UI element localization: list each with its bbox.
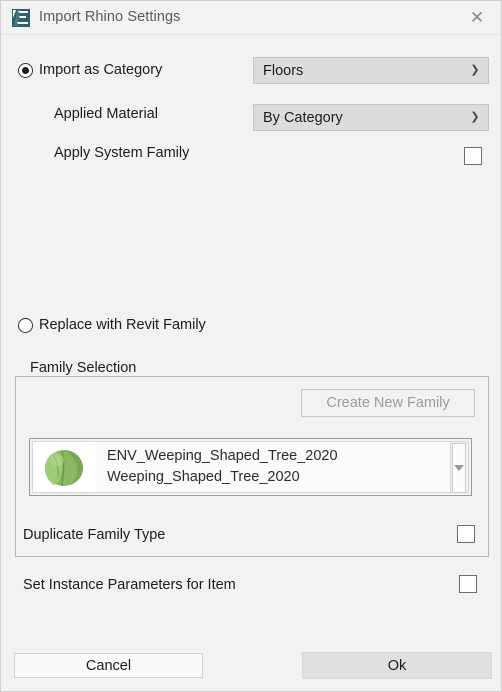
family-list-scrollbar[interactable] <box>450 442 468 493</box>
category-dropdown-value: Floors <box>263 62 304 79</box>
label-set-instance-parameters: Set Instance Parameters for Item <box>23 577 236 593</box>
family-list[interactable]: ENV_Weeping_Shaped_Tree_2020 Weeping_Sha… <box>29 438 472 496</box>
cancel-button[interactable]: Cancel <box>14 653 203 678</box>
family-list-item[interactable]: ENV_Weeping_Shaped_Tree_2020 Weeping_Sha… <box>32 441 469 493</box>
app-logo-icon <box>12 9 30 27</box>
label-import-as-category: Import as Category <box>39 62 163 78</box>
family-item-line-1: ENV_Weeping_Shaped_Tree_2020 <box>107 448 338 465</box>
import-rhino-settings-dialog: Import Rhino Settings ✕ Import as Catego… <box>0 0 502 692</box>
label-replace-with-revit-family: Replace with Revit Family <box>39 317 206 333</box>
close-icon[interactable]: ✕ <box>457 3 497 31</box>
label-applied-material: Applied Material <box>54 106 158 122</box>
applied-material-dropdown[interactable]: By Category ❯ <box>253 104 489 131</box>
checkbox-set-instance-parameters[interactable] <box>459 575 477 593</box>
scrollbar-thumb[interactable] <box>452 443 466 493</box>
checkbox-apply-system-family[interactable] <box>464 147 482 165</box>
radio-replace-with-revit-family[interactable] <box>18 318 33 333</box>
chevron-down-icon <box>454 465 464 471</box>
window-title: Import Rhino Settings <box>39 9 181 25</box>
family-item-text: ENV_Weeping_Shaped_Tree_2020 Weeping_Sha… <box>95 442 450 492</box>
family-selection-group-title: Family Selection <box>25 360 142 376</box>
checkbox-duplicate-family-type[interactable] <box>457 525 475 543</box>
label-apply-system-family: Apply System Family <box>54 145 190 161</box>
create-new-family-button[interactable]: Create New Family <box>301 389 475 417</box>
family-item-line-2: Weeping_Shaped_Tree_2020 <box>107 469 300 485</box>
radio-import-as-category[interactable] <box>18 63 33 78</box>
category-dropdown[interactable]: Floors ❯ <box>253 57 489 84</box>
chevron-down-icon: ❯ <box>470 64 480 76</box>
applied-material-dropdown-value: By Category <box>263 109 343 126</box>
ok-button[interactable]: Ok <box>302 652 492 679</box>
title-bar: Import Rhino Settings ✕ <box>1 1 501 35</box>
label-duplicate-family-type: Duplicate Family Type <box>23 527 166 543</box>
tree-thumbnail-icon <box>33 442 95 492</box>
chevron-down-icon: ❯ <box>470 111 480 123</box>
